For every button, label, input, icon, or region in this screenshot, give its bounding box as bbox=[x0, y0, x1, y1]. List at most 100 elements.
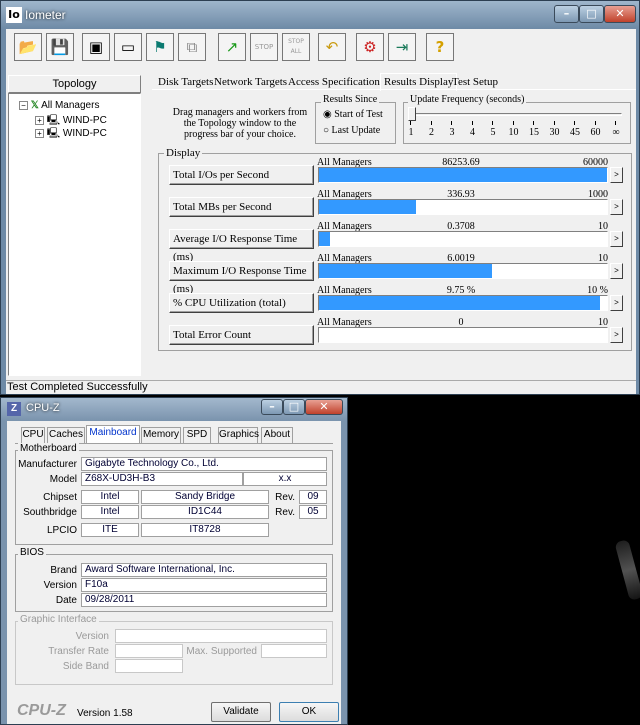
update-frequency-tick-mark bbox=[615, 121, 616, 125]
cpuz-window: Z CPU-Z – □ ✕ CPU Caches Mainboard Memor… bbox=[0, 397, 348, 725]
southbridge-label: Southbridge bbox=[23, 507, 77, 518]
update-frequency-slider-track[interactable] bbox=[412, 113, 622, 116]
tab-graphics[interactable]: Graphics bbox=[218, 427, 259, 443]
update-frequency-tick-mark bbox=[594, 121, 596, 125]
result-type-button[interactable]: Total Error Count bbox=[169, 325, 314, 345]
update-frequency-slider-thumb[interactable] bbox=[408, 107, 416, 121]
results-since-label: Results Since bbox=[321, 94, 380, 105]
bios-brand-value: Award Software International, Inc. bbox=[81, 563, 327, 577]
result-progress-fill bbox=[319, 232, 330, 246]
result-progress-bar bbox=[318, 167, 608, 183]
result-select-button[interactable]: > bbox=[610, 263, 623, 279]
graphic-side-band-value bbox=[115, 659, 183, 673]
result-progress-bar bbox=[318, 231, 608, 247]
exit-icon[interactable]: ⇥ bbox=[388, 33, 416, 61]
tab-mainboard[interactable]: Mainboard bbox=[86, 425, 140, 444]
reset-workers-icon[interactable]: ↶ bbox=[318, 33, 346, 61]
result-select-button[interactable]: > bbox=[610, 167, 623, 183]
cpuz-titlebar[interactable]: Z CPU-Z – □ ✕ bbox=[1, 398, 347, 421]
disconnect-managers-icon[interactable]: ⚙ bbox=[356, 33, 384, 61]
stop-all-icon[interactable]: STOP ALL bbox=[282, 33, 310, 61]
display-label: Display bbox=[164, 147, 203, 159]
result-select-button[interactable]: > bbox=[610, 199, 623, 215]
southbridge-rev-value: 05 bbox=[299, 505, 327, 519]
cpuz-maximize-button[interactable]: □ bbox=[283, 399, 305, 415]
cpuz-close-button[interactable]: ✕ bbox=[305, 399, 343, 415]
desktop-shape bbox=[614, 539, 640, 601]
result-progress-fill bbox=[319, 296, 600, 310]
cpuz-logo: CPU-Z bbox=[17, 702, 66, 719]
bios-label: BIOS bbox=[18, 547, 46, 558]
save-config-icon[interactable]: 💾 bbox=[46, 33, 74, 61]
tab-caches[interactable]: Caches bbox=[47, 427, 85, 443]
bios-version-value: F10a bbox=[81, 578, 327, 592]
iometer-titlebar[interactable]: Io Iometer – □ ✕ bbox=[1, 1, 639, 29]
update-frequency-tick: 4 bbox=[470, 127, 475, 138]
graphic-max-supported-value bbox=[261, 644, 327, 658]
result-type-button[interactable]: % CPU Utilization (total) bbox=[169, 293, 314, 313]
update-frequency-tick-mark bbox=[471, 121, 473, 125]
start-disk-worker-icon[interactable]: ▣ bbox=[82, 33, 110, 61]
result-progress-bar bbox=[318, 263, 608, 279]
start-tests-icon[interactable]: ↗ bbox=[218, 33, 246, 61]
iometer-window: Io Iometer – □ ✕ 📂 💾 ▣ ▭ ⚑ ⧉ ↗ STOP STOP… bbox=[0, 0, 640, 395]
tab-about[interactable]: About bbox=[261, 427, 293, 443]
start-network-worker-icon[interactable]: ▭ bbox=[114, 33, 142, 61]
cpuz-version: Version 1.58 bbox=[77, 708, 133, 719]
update-frequency-label: Update Frequency (seconds) bbox=[408, 94, 527, 105]
stop-icon[interactable]: STOP bbox=[250, 33, 278, 61]
result-type-button[interactable]: Maximum I/O Response Time (ms) bbox=[169, 261, 314, 295]
iometer-client: Topology − 𝕏 All Managers + 🖳 WIND-PC + … bbox=[6, 69, 636, 380]
result-progress-fill bbox=[319, 168, 607, 182]
update-frequency-tick: ∞ bbox=[612, 127, 620, 138]
minimize-button[interactable]: – bbox=[554, 5, 579, 23]
status-text: Test Completed Successfully bbox=[7, 381, 148, 393]
maximize-button[interactable]: □ bbox=[579, 5, 604, 23]
update-frequency-tick-mark bbox=[512, 121, 514, 125]
open-config-icon[interactable]: 📂 bbox=[14, 33, 42, 61]
tab-memory[interactable]: Memory bbox=[141, 427, 181, 443]
cpuz-minimize-button[interactable]: – bbox=[261, 399, 283, 415]
motherboard-label: Motherboard bbox=[18, 443, 79, 454]
validate-button[interactable]: Validate bbox=[211, 702, 271, 722]
tree-manager-label: WIND-PC bbox=[62, 115, 107, 126]
result-select-button[interactable]: > bbox=[610, 295, 623, 311]
cpuz-client: CPU Caches Mainboard Memory SPD Graphics… bbox=[7, 421, 341, 724]
result-progress-bar bbox=[318, 295, 608, 311]
close-button[interactable]: ✕ bbox=[604, 5, 636, 23]
ok-button[interactable]: OK bbox=[279, 702, 339, 722]
tree-manager[interactable]: + 🖳 WIND-PC bbox=[35, 126, 107, 143]
result-progress-bar bbox=[318, 327, 608, 343]
update-frequency-tick: 10 bbox=[508, 127, 519, 138]
tab-cpu[interactable]: CPU bbox=[21, 427, 45, 443]
result-type-button[interactable]: Total I/Os per Second bbox=[169, 165, 314, 185]
manufacturer-label: Manufacturer bbox=[18, 459, 77, 470]
about-icon[interactable]: ? bbox=[426, 33, 454, 61]
tab-spd[interactable]: SPD bbox=[183, 427, 211, 443]
copy-worker-icon[interactable]: ⧉ bbox=[178, 33, 206, 61]
tab-line bbox=[152, 89, 636, 90]
graphic-version-value bbox=[115, 629, 327, 643]
result-select-button[interactable]: > bbox=[610, 231, 623, 247]
model-revision-value: x.x bbox=[243, 472, 327, 486]
model-value: Z68X-UD3H-B3 bbox=[81, 472, 243, 486]
result-type-button[interactable]: Average I/O Response Time (ms) bbox=[169, 229, 314, 263]
southbridge-name-value: ID1C44 bbox=[141, 505, 269, 519]
result-progress-bar bbox=[318, 199, 608, 215]
tree-root[interactable]: − 𝕏 All Managers bbox=[19, 100, 99, 111]
all-managers-icon: 𝕏 bbox=[30, 100, 39, 111]
new-manager-icon[interactable]: ⚑ bbox=[146, 33, 174, 61]
radio-start-of-test[interactable]: ◉ Start of Test bbox=[323, 109, 383, 120]
result-select-button[interactable]: > bbox=[610, 327, 623, 343]
result-type-button[interactable]: Total MBs per Second bbox=[169, 197, 314, 217]
chipset-rev-label: Rev. bbox=[275, 492, 295, 503]
radio-last-update-label: Last Update bbox=[331, 125, 381, 136]
update-frequency-tick: 30 bbox=[549, 127, 560, 138]
bios-date-label: Date bbox=[55, 595, 77, 606]
update-frequency-tick-mark bbox=[553, 121, 555, 125]
radio-last-update[interactable]: ○ Last Update bbox=[323, 125, 380, 136]
bios-date-value: 09/28/2011 bbox=[81, 593, 327, 607]
update-frequency-tick: 2 bbox=[429, 127, 434, 138]
result-progress-fill bbox=[319, 200, 417, 214]
topology-tree[interactable]: − 𝕏 All Managers + 🖳 WIND-PC + 🖳 WIND-PC bbox=[8, 93, 141, 376]
